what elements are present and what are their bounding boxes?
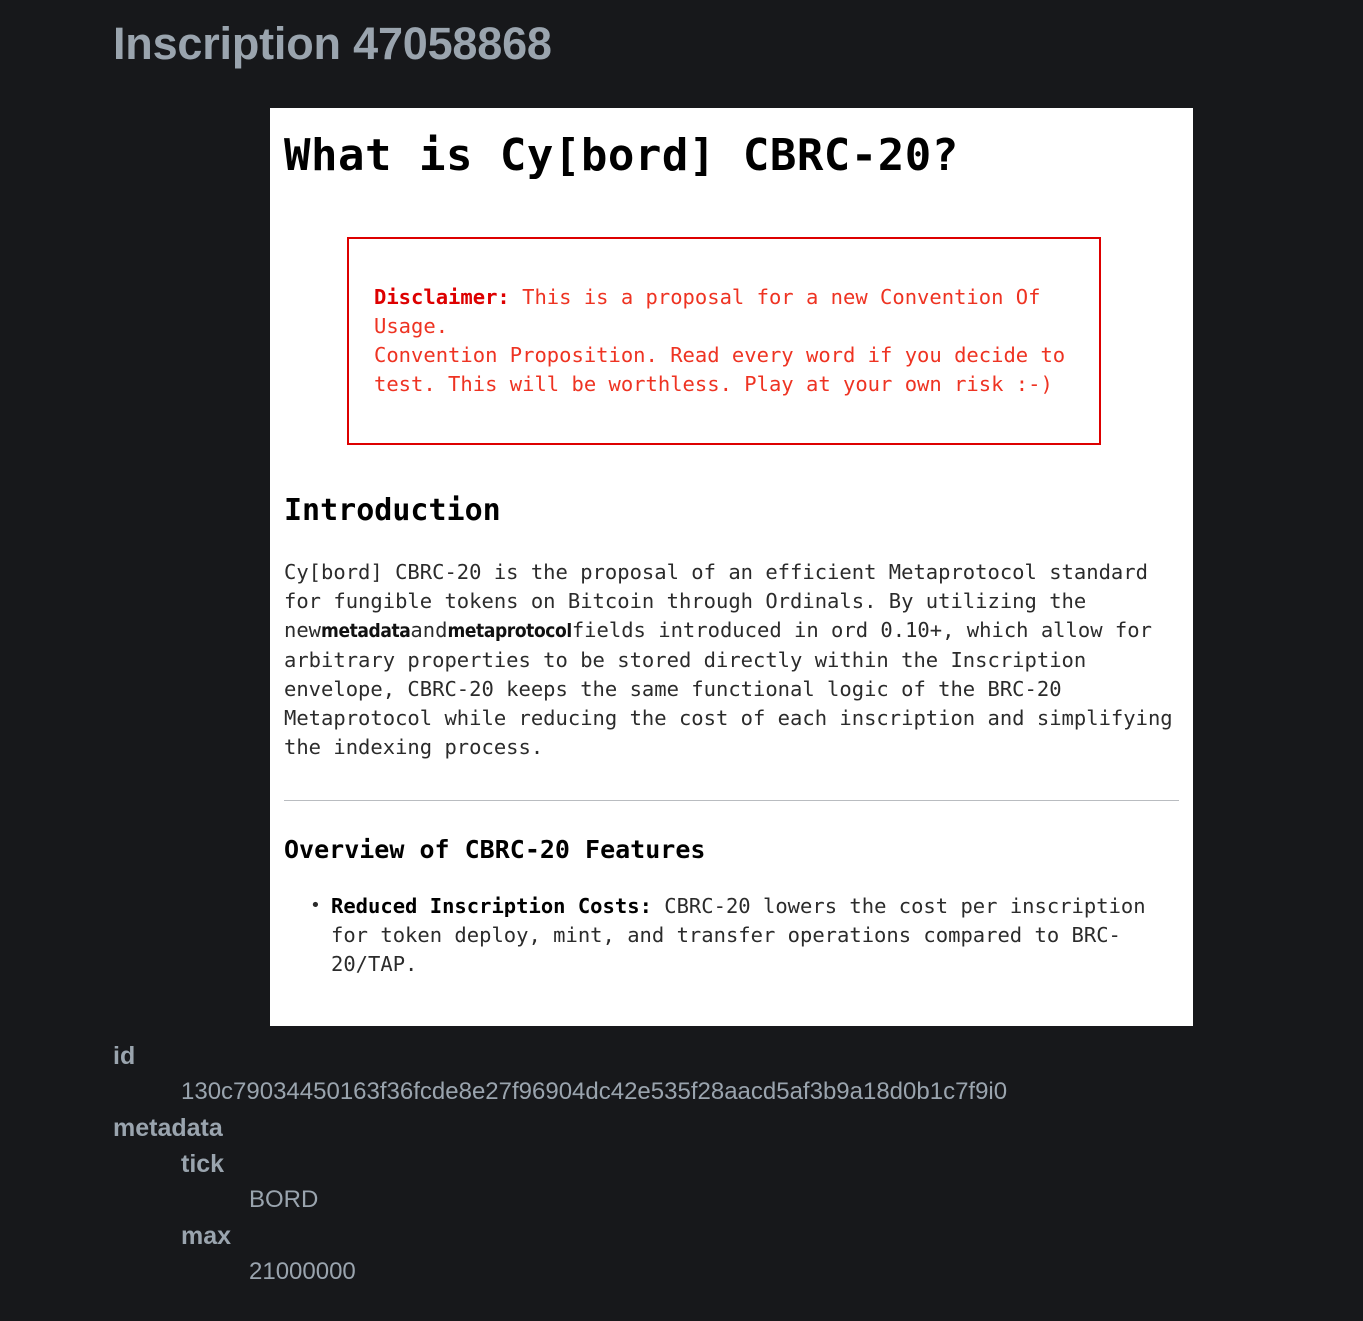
feature-term: Reduced Inscription Costs (331, 894, 640, 918)
overview-heading: Overview of CBRC-20 Features (284, 835, 706, 864)
inscription-preview-frame[interactable]: What is Cy[bord] CBRC-20? Disclaimer: Th… (270, 108, 1193, 1026)
page-title: Inscription 47058868 (113, 18, 552, 69)
document-heading: What is Cy[bord] CBRC-20? (284, 130, 959, 181)
disclaimer-label: Disclaimer (374, 285, 498, 309)
metadata-value-tick: BORD (249, 1186, 319, 1213)
disclaimer-separator: : (497, 285, 523, 309)
disclaimer-text: Disclaimer: This is a proposal for a new… (374, 283, 1079, 341)
metadata-value-id[interactable]: 130c79034450163f36fcde8e27f96904dc42e535… (113, 1074, 1363, 1110)
disclaimer-line-2: Convention Proposition. Read every word … (374, 343, 1078, 396)
metadata-key-max: max (181, 1222, 232, 1250)
metadata-key-tick: tick (181, 1150, 225, 1178)
intro-text-part-2: and (410, 618, 448, 642)
metadata-children: tick BORD max 21000000 (113, 1146, 1363, 1290)
code-metaprotocol: metaprotocol (447, 620, 572, 642)
overview-feature-list: Reduced Inscription Costs: CBRC-20 lower… (284, 891, 1179, 979)
disclaimer-callout: Disclaimer: This is a proposal for a new… (347, 237, 1101, 445)
section-divider (284, 800, 1179, 801)
introduction-paragraph: Cy[bord] CBRC-20 is the proposal of an e… (284, 558, 1179, 762)
feature-separator: : (639, 894, 665, 918)
metadata-tree: id 130c79034450163f36fcde8e27f96904dc42e… (0, 1038, 1363, 1290)
metadata-key-metadata: metadata (113, 1114, 223, 1142)
code-metadata: metadata (321, 620, 411, 642)
metadata-value-max: 21000000 (249, 1258, 356, 1285)
metadata-key-id: id (113, 1042, 136, 1070)
introduction-heading: Introduction (284, 493, 501, 528)
inscription-document: What is Cy[bord] CBRC-20? Disclaimer: Th… (270, 130, 1193, 979)
list-item: Reduced Inscription Costs: CBRC-20 lower… (310, 891, 1179, 979)
